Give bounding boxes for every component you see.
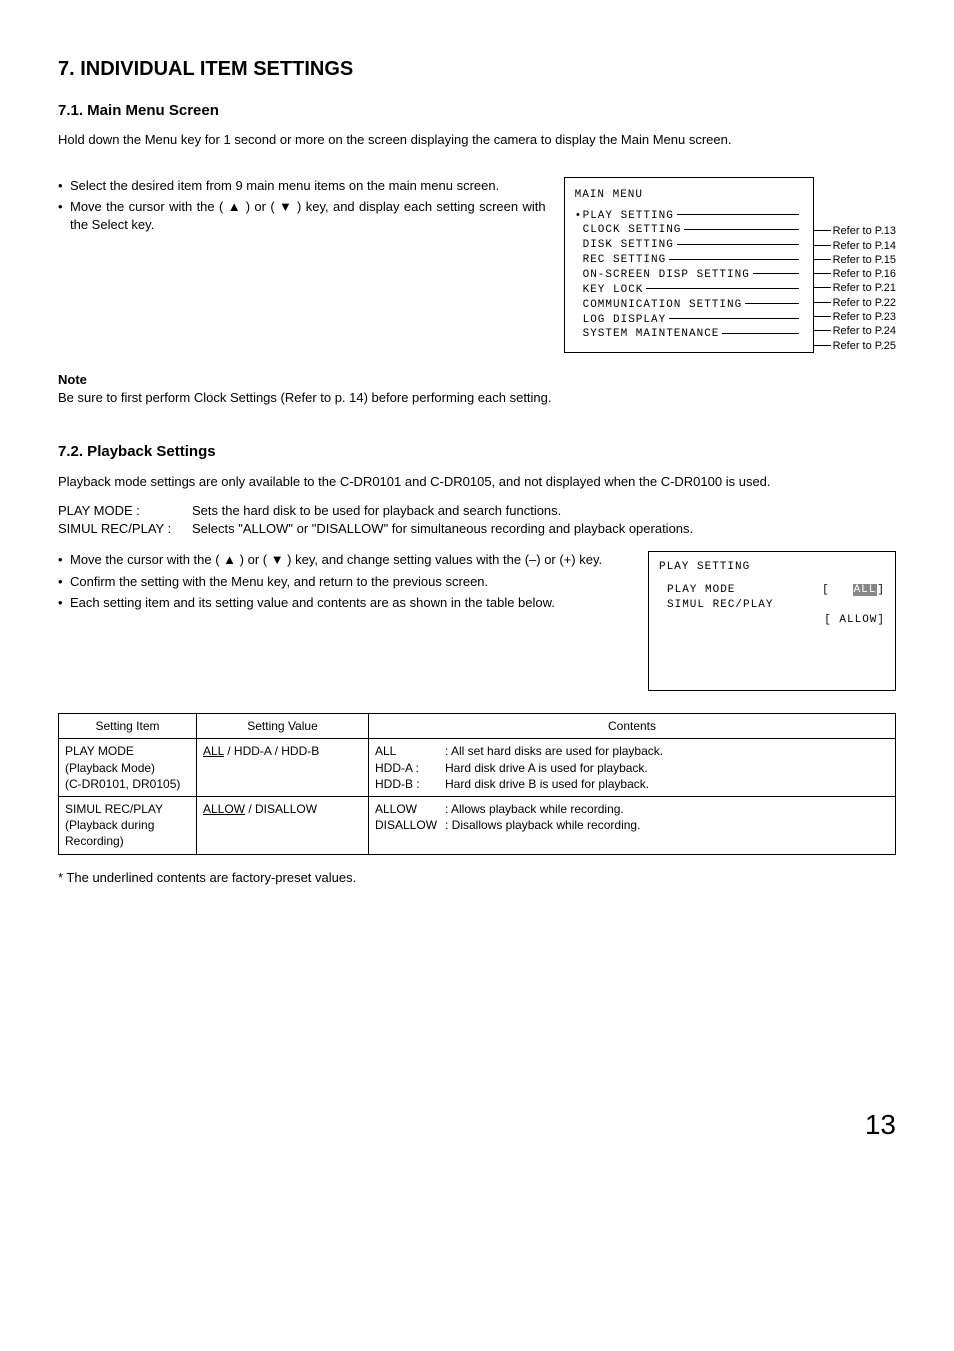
refer-link: Refer to P.15 (813, 253, 896, 267)
table-row: SIMUL REC/PLAY(Playback duringRecording)… (59, 796, 896, 854)
menu-item: REC SETTING (575, 253, 801, 268)
play-setting-box: PLAY SETTING PLAY MODE [ ALL] SIMUL REC/… (648, 551, 896, 691)
table-row: PLAY MODE(Playback Mode)(C-DR0101, DR010… (59, 739, 896, 797)
subheading-7-1: 7.1. Main Menu Screen (58, 101, 896, 121)
play-row-label: PLAY MODE (659, 583, 822, 598)
definitions: PLAY MODE :Sets the hard disk to be used… (58, 502, 896, 537)
table-header: Setting Value (197, 714, 369, 739)
play-row-label: SIMUL REC/PLAY (659, 598, 885, 613)
bullet-item: Move the cursor with the ( ▲ ) or ( ▼ ) … (58, 551, 630, 569)
menu-item: SYSTEM MAINTENANCE (575, 327, 801, 342)
settings-table: Setting Item Setting Value Contents PLAY… (58, 713, 896, 854)
table-header: Setting Item (59, 714, 197, 739)
def-key: SIMUL REC/PLAY : (58, 520, 192, 538)
main-menu-box: MAIN MENU •PLAY SETTINGCLOCK SETTINGDISK… (564, 177, 814, 353)
bullet-item: Confirm the setting with the Menu key, a… (58, 573, 630, 591)
note-body: Be sure to first perform Clock Settings … (58, 389, 896, 407)
menu-item: DISK SETTING (575, 238, 801, 253)
menu-item: LOG DISPLAY (575, 313, 801, 328)
section-title: 7. INDIVIDUAL ITEM SETTINGS (58, 56, 896, 83)
play-box-title: PLAY SETTING (659, 560, 885, 575)
refer-link: Refer to P.23 (813, 310, 896, 324)
main-menu-title: MAIN MENU (575, 188, 801, 203)
refer-link: Refer to P.25 (813, 339, 896, 353)
refer-link: Refer to P.14 (813, 239, 896, 253)
refer-column: Refer to P.13Refer to P.14Refer to P.15R… (813, 177, 896, 353)
def-val: Selects "ALLOW" or "DISALLOW" for simult… (192, 520, 693, 538)
subheading-7-2: 7.2. Playback Settings (58, 442, 896, 462)
refer-link: Refer to P.13 (813, 225, 896, 239)
bullet-item: Select the desired item from 9 main menu… (58, 177, 546, 195)
bullet-item: Move the cursor with the ( ▲ ) or ( ▼ ) … (58, 198, 546, 233)
def-val: Sets the hard disk to be used for playba… (192, 502, 561, 520)
footnote: * The underlined contents are factory-pr… (58, 869, 896, 887)
menu-item: KEY LOCK (575, 283, 801, 298)
page-number: 13 (58, 1106, 896, 1144)
menu-item: ON-SCREEN DISP SETTING (575, 268, 801, 283)
play-row-value: [ ALLOW] (824, 613, 885, 628)
menu-item: COMMUNICATION SETTING (575, 298, 801, 313)
refer-link: Refer to P.21 (813, 282, 896, 296)
menu-item: •PLAY SETTING (575, 209, 801, 224)
table-header: Contents (369, 714, 896, 739)
play-row-value: [ ALL] (822, 583, 885, 598)
refer-link: Refer to P.22 (813, 296, 896, 310)
note-heading: Note (58, 371, 896, 389)
refer-link: Refer to P.16 (813, 267, 896, 281)
intro-7-2: Playback mode settings are only availabl… (58, 473, 896, 491)
def-key: PLAY MODE : (58, 502, 192, 520)
bullet-list-7-2: Move the cursor with the ( ▲ ) or ( ▼ ) … (58, 551, 630, 612)
bullet-item: Each setting item and its setting value … (58, 594, 630, 612)
refer-link: Refer to P.24 (813, 325, 896, 339)
bullet-list-7-1: Select the desired item from 9 main menu… (58, 177, 546, 234)
menu-item: CLOCK SETTING (575, 223, 801, 238)
intro-7-1: Hold down the Menu key for 1 second or m… (58, 131, 896, 149)
